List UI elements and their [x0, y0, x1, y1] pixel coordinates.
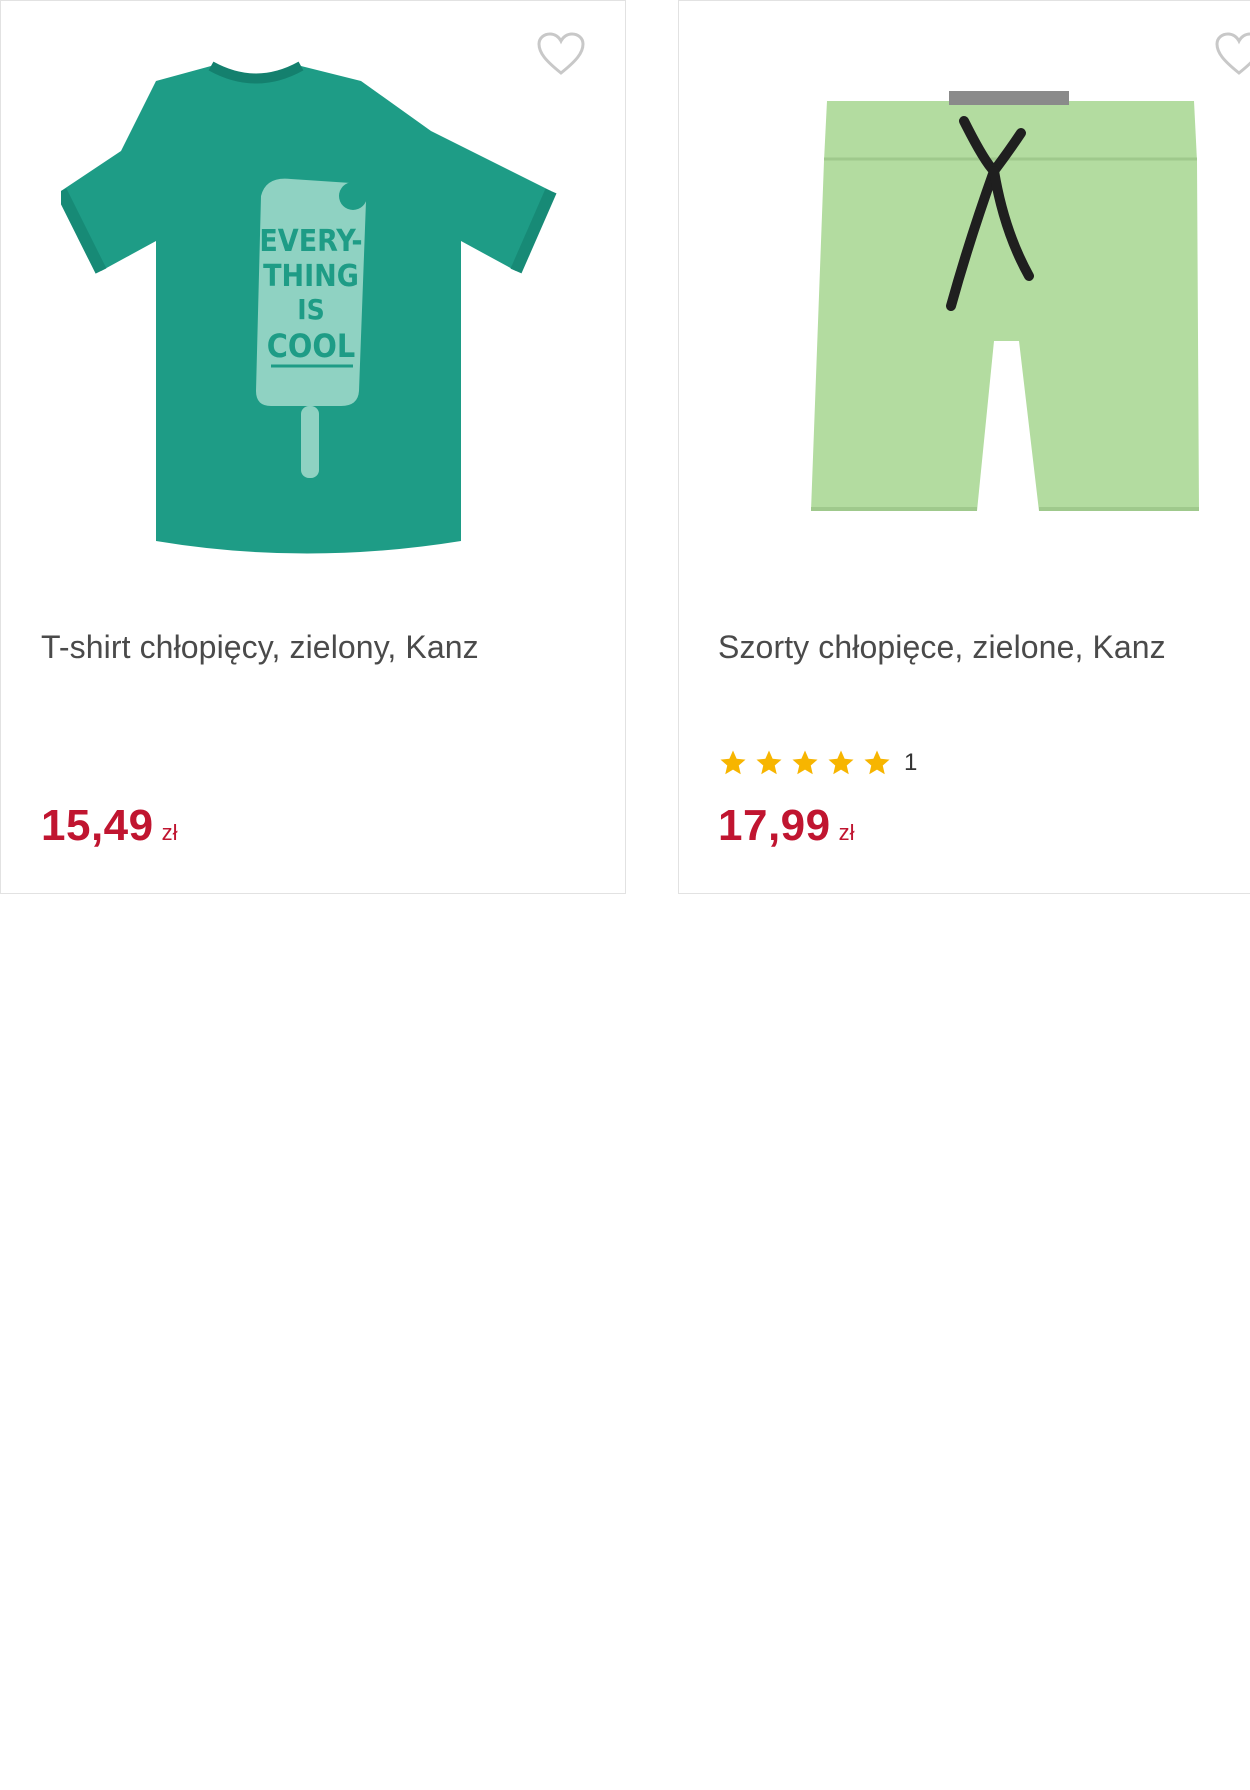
heart-outline-icon[interactable]	[1214, 31, 1250, 77]
star-icon	[792, 750, 818, 775]
print-line-3: IS	[297, 293, 325, 326]
green-shorts-image[interactable]	[799, 91, 1250, 551]
print-line-2: THING	[263, 259, 359, 294]
product-price: 17,99 zł	[718, 801, 855, 851]
star-icon	[756, 750, 782, 775]
product-title[interactable]: T-shirt chłopięcy, zielony, Kanz	[41, 629, 479, 666]
star-icon	[864, 750, 890, 775]
price-currency: zł	[838, 820, 855, 845]
print-line-4: COOL	[267, 327, 355, 365]
product-card[interactable]: EVERY- THING IS COOL T-shirt chłopięcy, …	[0, 0, 626, 894]
price-amount: 15,49	[41, 801, 154, 850]
product-card[interactable]: Szorty chłopięce, zielone, Kanz 1 17,99 z…	[678, 0, 1250, 894]
price-currency: zł	[161, 820, 178, 845]
star-icon	[828, 750, 854, 775]
price-amount: 17,99	[718, 801, 831, 850]
star-icon	[720, 750, 746, 775]
rating-count: 1	[904, 749, 918, 776]
product-price: 15,49 zł	[41, 801, 178, 851]
product-rating[interactable]: 1	[718, 746, 917, 780]
green-tshirt-image[interactable]: EVERY- THING IS COOL	[61, 61, 571, 571]
print-line-1: EVERY-	[259, 224, 362, 259]
product-title[interactable]: Szorty chłopięce, zielone, Kanz	[718, 629, 1166, 666]
